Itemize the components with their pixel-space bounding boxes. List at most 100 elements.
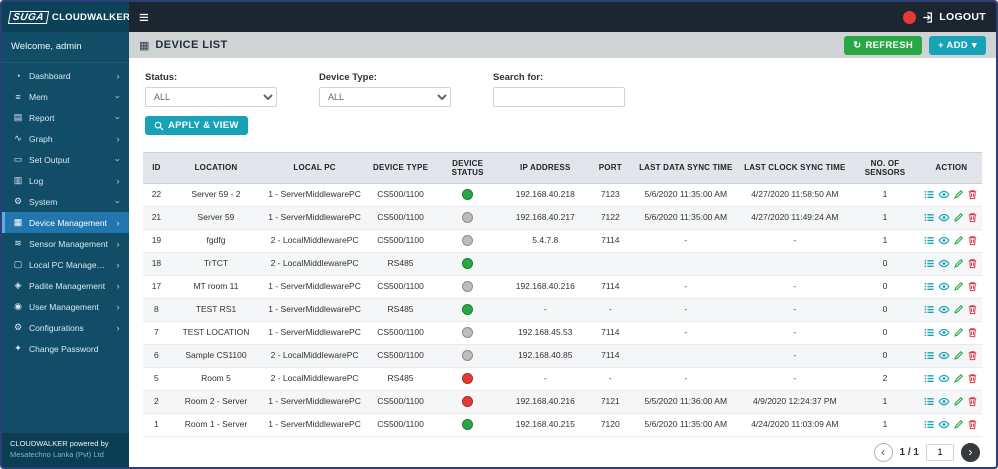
- status-select[interactable]: ALL: [145, 87, 277, 107]
- view-icon[interactable]: [938, 396, 950, 407]
- status-dot-red: [462, 396, 474, 407]
- details-icon[interactable]: [924, 281, 935, 292]
- user-management-icon: ◉: [14, 301, 22, 311]
- cloudwalker-logo-text: CLOUDWALKER: [51, 11, 131, 23]
- table-row: 18 TrTCT 2 - LocalMiddlewarePC RS485 0: [143, 252, 982, 276]
- view-icon[interactable]: [938, 373, 950, 384]
- cell-id: 8: [143, 298, 170, 322]
- dashboard-icon: ◔: [15, 70, 21, 81]
- edit-icon[interactable]: [953, 212, 964, 223]
- view-icon[interactable]: [938, 189, 950, 200]
- delete-icon[interactable]: [967, 373, 978, 384]
- cell-last-data-sync: 5/5/2020 11:36:00 AM: [631, 390, 741, 414]
- device-type-select[interactable]: ALL: [319, 87, 451, 107]
- notification-dot-icon: [903, 10, 917, 24]
- delete-icon[interactable]: [967, 419, 978, 430]
- sidebar-item-sensor-management[interactable]: ≋ Sensor Management ›: [2, 233, 129, 254]
- cell-sensors: 0: [849, 344, 921, 368]
- delete-icon[interactable]: [967, 396, 978, 407]
- view-icon[interactable]: [938, 212, 950, 223]
- sidebar-item-change-password[interactable]: ✦ Change Password: [2, 338, 129, 359]
- sidebar-item-label: System: [29, 196, 58, 207]
- view-icon[interactable]: [938, 350, 950, 361]
- sidebar-item-local-pc-management[interactable]: ▢ Local PC Management ›: [2, 254, 129, 275]
- view-icon[interactable]: [938, 327, 950, 338]
- edit-icon[interactable]: [953, 419, 964, 430]
- footer-powered-by: CLOUDWALKER powered by: [10, 439, 109, 448]
- logout-button[interactable]: LOGOUT: [922, 11, 986, 24]
- details-icon[interactable]: [924, 373, 935, 384]
- chevron-right-icon: ›: [116, 217, 120, 228]
- delete-icon[interactable]: [967, 327, 978, 338]
- details-icon[interactable]: [924, 396, 935, 407]
- cell-local-pc: 2 - LocalMiddlewarePC: [262, 344, 367, 368]
- delete-icon[interactable]: [967, 212, 978, 223]
- sidebar-item-log[interactable]: ▥ Log ›: [2, 170, 129, 191]
- cell-port: 7114: [589, 229, 632, 253]
- sidebar-item-mem[interactable]: ≡ Mem ›: [2, 86, 129, 107]
- refresh-button[interactable]: ↻ REFRESH: [844, 35, 922, 55]
- caret-down-icon: ▾: [971, 39, 977, 51]
- sidebar-item-padite-management[interactable]: ◈ Padite Management ›: [2, 275, 129, 296]
- cell-action: [920, 275, 982, 299]
- view-icon[interactable]: [938, 419, 950, 430]
- edit-icon[interactable]: [953, 373, 964, 384]
- details-icon[interactable]: [924, 419, 935, 430]
- cell-last-clock-sync: 4/24/2020 11:03:09 AM: [740, 413, 850, 437]
- edit-icon[interactable]: [953, 281, 964, 292]
- table-row: 21 Server 59 1 - ServerMiddlewarePC CS500/1…: [143, 206, 982, 230]
- details-icon[interactable]: [924, 235, 935, 246]
- details-icon[interactable]: [924, 304, 935, 315]
- cell-id: 5: [143, 367, 170, 391]
- next-page-button[interactable]: ›: [961, 442, 980, 462]
- apply-view-button[interactable]: APPLY & VIEW: [145, 116, 248, 135]
- delete-icon[interactable]: [967, 258, 978, 269]
- sidebar-item-label: Change Password: [29, 343, 99, 354]
- table-row: 17 MT room 11 1 - ServerMiddlewarePC CS500/…: [143, 275, 982, 299]
- sidebar-item-set-output[interactable]: ▭ Set Output ›: [2, 149, 129, 170]
- prev-page-button[interactable]: ‹: [873, 442, 893, 462]
- cell-port: 7120: [589, 413, 632, 437]
- hamburger-menu-icon[interactable]: ≡: [139, 9, 149, 26]
- details-icon[interactable]: [924, 258, 935, 269]
- delete-icon[interactable]: [967, 235, 978, 246]
- delete-icon[interactable]: [967, 304, 978, 315]
- cell-last-clock-sync: 4/27/2020 11:49:24 AM: [740, 206, 850, 230]
- cell-device-status: [434, 344, 502, 368]
- cell-local-pc: 1 - ServerMiddlewarePC: [262, 298, 367, 322]
- edit-icon[interactable]: [953, 396, 964, 407]
- delete-icon[interactable]: [967, 281, 978, 292]
- search-input[interactable]: [493, 87, 625, 107]
- view-icon[interactable]: [938, 281, 950, 292]
- sidebar-item-device-management[interactable]: ▦ Device Management ›: [2, 212, 129, 233]
- delete-icon[interactable]: [967, 189, 978, 200]
- sidebar-item-system[interactable]: ⚙ System ›: [2, 191, 129, 212]
- details-icon[interactable]: [924, 212, 935, 223]
- chevron-right-icon: ›: [116, 238, 120, 249]
- delete-icon[interactable]: [967, 350, 978, 361]
- sidebar-item-configurations[interactable]: ⚙ Configurations ›: [2, 317, 129, 338]
- add-button[interactable]: + ADD ▾: [929, 35, 986, 55]
- edit-icon[interactable]: [953, 189, 964, 200]
- page-number-input[interactable]: [926, 443, 954, 461]
- edit-icon[interactable]: [953, 258, 964, 269]
- edit-icon[interactable]: [953, 327, 964, 338]
- sidebar-item-report[interactable]: ▤ Report ›: [2, 107, 129, 128]
- table-row: 2 Room 2 - Server 1 - ServerMiddlewarePC CS…: [143, 390, 982, 414]
- details-icon[interactable]: [924, 189, 935, 200]
- view-icon[interactable]: [938, 258, 950, 269]
- edit-icon[interactable]: [953, 350, 964, 361]
- view-icon[interactable]: [938, 304, 950, 315]
- system-icon: ⚙: [13, 196, 23, 206]
- sidebar-item-graph[interactable]: ∿ Graph ›: [2, 128, 129, 149]
- sidebar-item-user-management[interactable]: ◉ User Management ›: [2, 296, 129, 317]
- sidebar-item-dashboard[interactable]: ◔ Dashboard ›: [2, 65, 129, 86]
- details-icon[interactable]: [924, 350, 935, 361]
- view-icon[interactable]: [938, 235, 950, 246]
- cell-device-status: [434, 321, 502, 345]
- status-label: Status:: [145, 72, 178, 83]
- edit-icon[interactable]: [953, 304, 964, 315]
- cell-last-clock-sync: 4/27/2020 11:58:50 AM: [740, 183, 850, 207]
- edit-icon[interactable]: [953, 235, 964, 246]
- details-icon[interactable]: [924, 327, 935, 338]
